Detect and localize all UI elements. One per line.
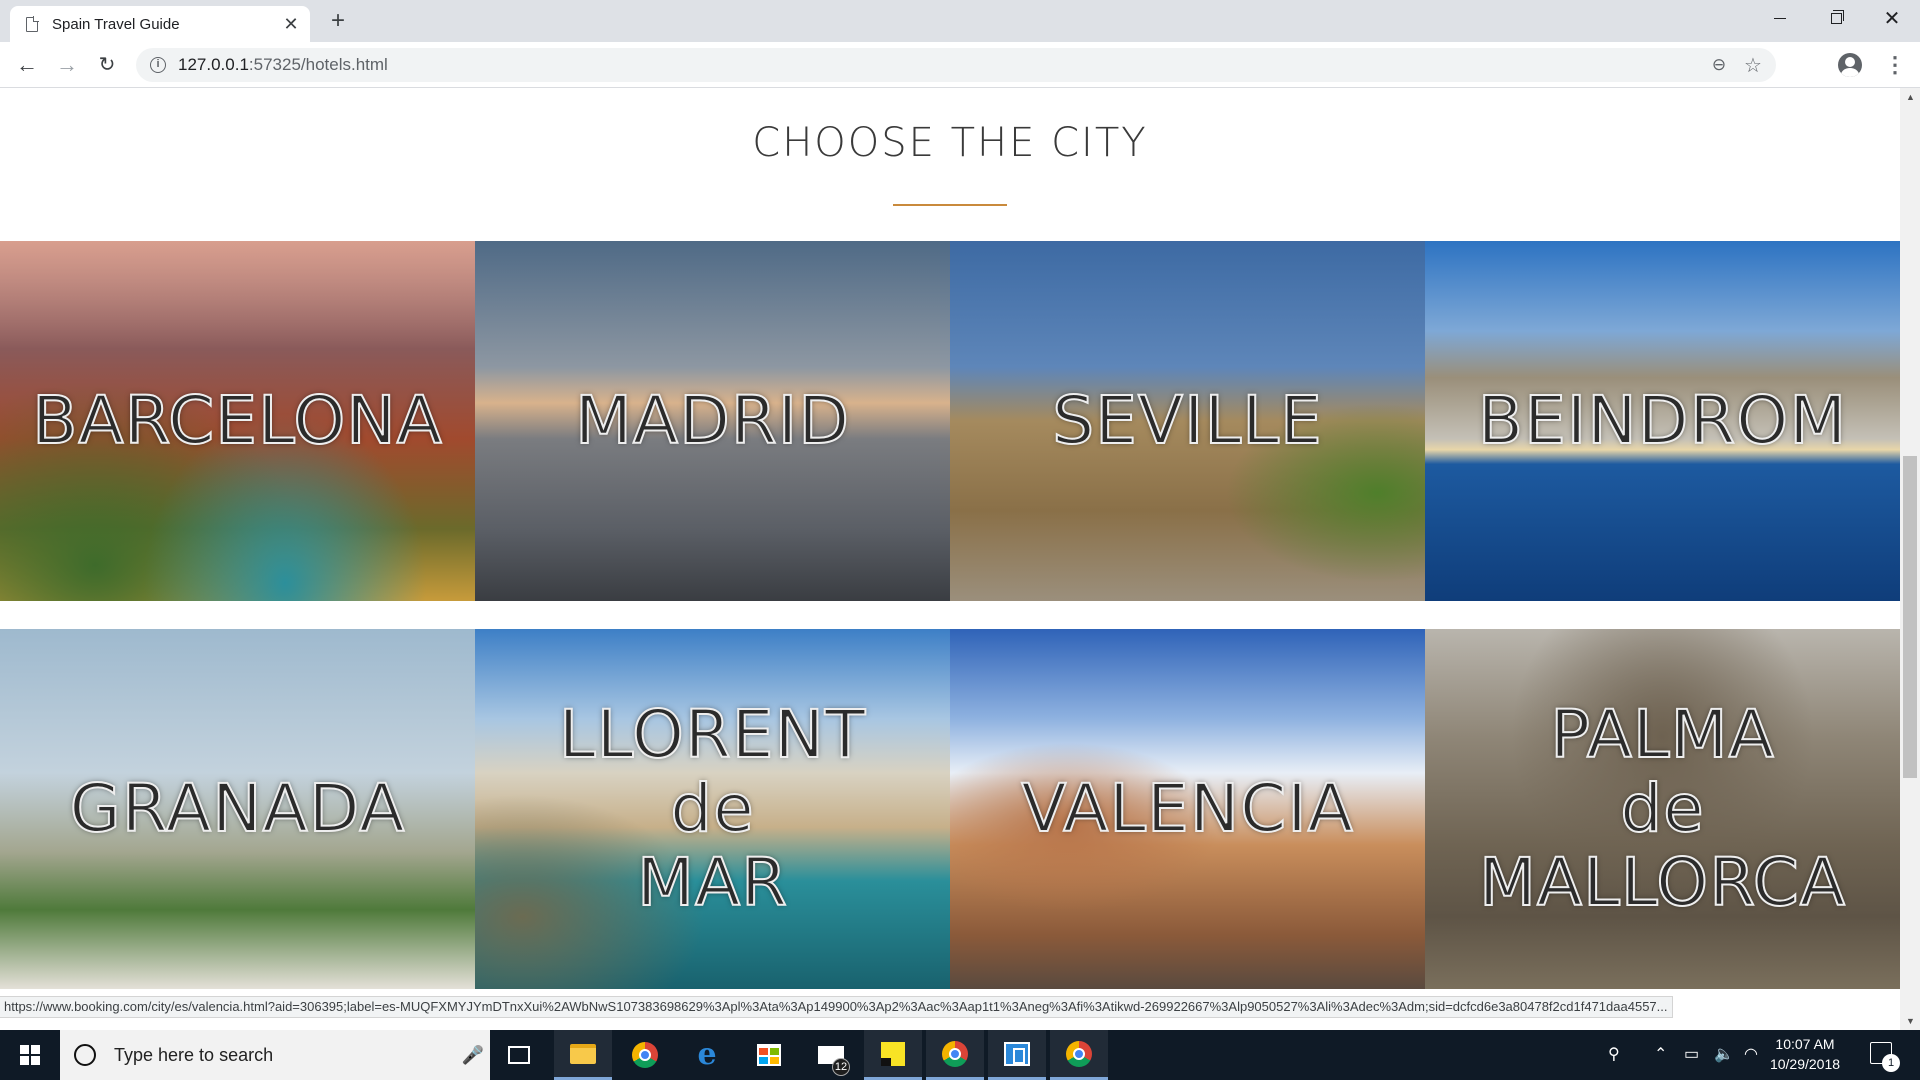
minimize-icon xyxy=(1774,18,1786,20)
scrollbar-thumb[interactable] xyxy=(1903,456,1917,778)
city-name: BEINDROM xyxy=(1477,382,1848,460)
heading-underline xyxy=(893,204,1007,206)
city-name: VALENCIA xyxy=(1020,770,1354,848)
page-heading: CHOOSE THE CITY xyxy=(752,120,1148,166)
notification-badge: 1 xyxy=(1882,1054,1900,1072)
city-tile-valencia[interactable]: VALENCIA xyxy=(950,629,1425,989)
task-view-icon[interactable] xyxy=(490,1030,548,1080)
city-tile-palma-de-mallorca[interactable]: PALMA de MALLORCA xyxy=(1425,629,1900,989)
chevron-up-icon[interactable]: ⌃ xyxy=(1654,1044,1667,1064)
clock-date[interactable]: 10/29/2018 xyxy=(1762,1056,1848,1072)
city-tile-beindrom[interactable]: BEINDROM xyxy=(1425,241,1900,601)
restore-button[interactable] xyxy=(1808,0,1864,38)
store-icon[interactable] xyxy=(740,1030,798,1080)
bookmark-star-icon[interactable]: ☆ xyxy=(1736,53,1770,78)
site-info-icon[interactable]: i xyxy=(150,57,166,73)
city-tile-madrid[interactable]: MADRID xyxy=(475,241,950,601)
speaker-icon[interactable]: 🔈 xyxy=(1714,1044,1734,1064)
address-url[interactable]: 127.0.0.1:57325/hotels.html xyxy=(178,55,1702,75)
cortana-icon[interactable] xyxy=(74,1044,96,1066)
url-path: :57325/hotels.html xyxy=(248,55,388,74)
file-explorer-icon[interactable] xyxy=(554,1030,612,1080)
profile-avatar-icon[interactable] xyxy=(1838,53,1862,77)
city-name: GRANADA xyxy=(69,770,406,848)
forward-arrow-icon[interactable]: → xyxy=(50,48,84,82)
zoom-icon[interactable]: ⊖ xyxy=(1702,55,1736,75)
page-viewport: CHOOSE THE CITY BARCELONA MADRID SEVILLE… xyxy=(0,88,1900,1030)
address-bar[interactable]: i 127.0.0.1:57325/hotels.html ⊖ ☆ xyxy=(136,48,1776,82)
city-name: LLORENT de MAR xyxy=(558,696,867,921)
taskbar-search-box[interactable]: Type here to search 🎤 xyxy=(60,1030,490,1080)
url-host: 127.0.0.1 xyxy=(178,55,249,74)
window-close-button[interactable]: ✕ xyxy=(1864,0,1920,38)
sticky-notes-icon[interactable] xyxy=(864,1030,922,1080)
city-name: SEVILLE xyxy=(1051,382,1323,460)
browser-toolbar: ← → ↻ i 127.0.0.1:57325/hotels.html ⊖ ☆ … xyxy=(0,42,1920,88)
wifi-icon[interactable]: ◠ xyxy=(1744,1044,1758,1064)
scroll-up-arrow-icon[interactable]: ▲ xyxy=(1906,92,1915,102)
link-status-bar: https://www.booking.com/city/es/valencia… xyxy=(0,996,1673,1018)
back-arrow-icon[interactable]: ← xyxy=(10,48,44,82)
reload-icon[interactable]: ↻ xyxy=(90,48,124,82)
scroll-down-arrow-icon[interactable]: ▼ xyxy=(1906,1016,1915,1026)
city-name: MADRID xyxy=(574,382,851,460)
windows-start-icon[interactable] xyxy=(0,1030,60,1080)
search-placeholder: Type here to search xyxy=(114,1044,274,1065)
city-tile-seville[interactable]: SEVILLE xyxy=(950,241,1425,601)
tab-close-icon[interactable]: ✕ xyxy=(278,14,304,35)
city-tile-llorent-de-mar[interactable]: LLORENT de MAR xyxy=(475,629,950,989)
new-tab-button[interactable]: + xyxy=(322,6,354,38)
menu-kebab-icon[interactable]: ⋮ xyxy=(1880,48,1910,82)
windows-taskbar: Type here to search 🎤 e 12 ⚲ ⌃ ▭ 🔈 ◠ 10:… xyxy=(0,1030,1920,1080)
city-name: PALMA de MALLORCA xyxy=(1478,696,1847,921)
edge-icon[interactable]: e xyxy=(678,1030,736,1080)
clock-time[interactable]: 10:07 AM xyxy=(1770,1036,1840,1052)
restore-icon xyxy=(1830,10,1844,25)
microphone-icon[interactable]: 🎤 xyxy=(456,1045,490,1066)
page-icon xyxy=(26,15,39,32)
browser-tab[interactable]: Spain Travel Guide ✕ xyxy=(10,6,310,42)
tab-title: Spain Travel Guide xyxy=(52,15,180,33)
people-icon[interactable]: ⚲ xyxy=(1608,1044,1620,1064)
chrome-icon[interactable] xyxy=(926,1030,984,1080)
city-tile-granada[interactable]: GRANADA xyxy=(0,629,475,989)
mail-badge: 12 xyxy=(832,1058,850,1076)
chrome-icon[interactable] xyxy=(1050,1030,1108,1080)
minimize-button[interactable] xyxy=(1752,0,1808,38)
city-name: BARCELONA xyxy=(31,382,443,460)
browser-titlebar: Spain Travel Guide ✕ + ✕ xyxy=(0,0,1920,42)
page-scrollbar[interactable]: ▲ ▼ xyxy=(1900,88,1920,1030)
battery-icon[interactable]: ▭ xyxy=(1684,1044,1699,1064)
city-tile-barcelona[interactable]: BARCELONA xyxy=(0,241,475,601)
mail-icon[interactable]: 12 xyxy=(802,1030,860,1080)
remote-desktop-icon[interactable] xyxy=(988,1030,1046,1080)
chrome-icon[interactable] xyxy=(616,1030,674,1080)
